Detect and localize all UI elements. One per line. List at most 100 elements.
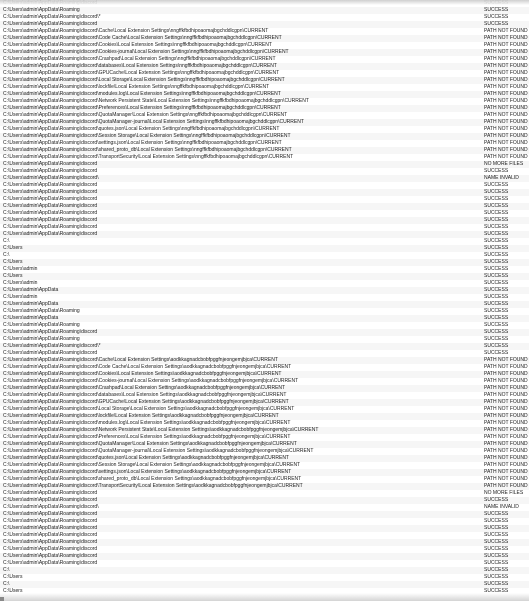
log-row[interactable]: C:\Users\admin\AppData\Roaming\discord\Q… xyxy=(0,112,529,119)
log-row[interactable]: C:\Users\admin\AppData\Roaming\discord SU… xyxy=(0,525,529,532)
log-row[interactable]: C:\Users\admin\AppData\Roaming\discord SU… xyxy=(0,21,529,28)
log-row[interactable]: C:\Users\admin\AppData\Roaming\discord\C… xyxy=(0,35,529,42)
log-row[interactable]: C:\ SUCCESS xyxy=(0,581,529,588)
log-row[interactable]: C:\Users\admin\AppData\Roaming\discord\N… xyxy=(0,427,529,434)
log-row[interactable]: C:\Users\admin\AppData\Roaming\discord SU… xyxy=(0,539,529,546)
log-row[interactable]: C:\Users\admin\AppData\Roaming\discord\C… xyxy=(0,56,529,63)
log-result: SUCCESS xyxy=(484,273,509,279)
log-path: C:\Users xyxy=(3,273,23,279)
log-row[interactable]: C:\Users\admin\AppData\Roaming\discord\Q… xyxy=(0,441,529,448)
log-row[interactable]: C:\Users\admin\AppData\Roaming\discord\m… xyxy=(0,91,529,98)
log-row[interactable]: C:\Users\admin\AppData\Roaming\discord SU… xyxy=(0,518,529,525)
log-path: C:\Users\admin\AppData\Roaming\discord\C… xyxy=(3,35,282,41)
log-row[interactable]: C:\Users\admin\AppData\Roaming\discord\G… xyxy=(0,70,529,77)
log-row[interactable]: C:\Users\admin\AppData\Roaming\discord\Q… xyxy=(0,448,529,455)
log-row[interactable]: C:\Users\admin\AppData\Roaming\discord\Q… xyxy=(0,119,529,126)
log-result: PATH NOT FOUND xyxy=(484,441,528,447)
log-row[interactable]: C:\Users\admin\AppData\Roaming\discord SU… xyxy=(0,532,529,539)
log-row[interactable]: C:\Users\admin\AppData\Roaming SUCCESS xyxy=(0,7,529,14)
log-row[interactable]: C:\Users\admin\AppData\Roaming\discord\C… xyxy=(0,42,529,49)
log-row[interactable]: C:\Users\admin\AppData\Roaming\discord\N… xyxy=(0,175,529,182)
log-row[interactable]: C:\Users\admin SUCCESS xyxy=(0,266,529,273)
log-path: C:\Users xyxy=(3,259,23,265)
log-row[interactable]: C:\Users\admin SUCCESS xyxy=(0,280,529,287)
log-row[interactable]: C:\Users\admin\AppData\Roaming\discord NO… xyxy=(0,161,529,168)
log-row[interactable]: C:\Users\admin\AppData SUCCESS xyxy=(0,287,529,294)
log-row[interactable]: C:\ SUCCESS xyxy=(0,252,529,259)
log-path: C:\Users\admin\AppData\Roaming\discord xyxy=(3,210,98,216)
log-row[interactable]: C:\Users\admin\AppData\Roaming\discord SU… xyxy=(0,350,529,357)
log-row[interactable]: C:\Users\admin\AppData\Roaming\discord SU… xyxy=(0,511,529,518)
log-row[interactable]: C:\Users\admin\AppData\Roaming\discord SU… xyxy=(0,546,529,553)
log-row[interactable]: C:\Users\admin\AppData\Roaming\discord SU… xyxy=(0,196,529,203)
log-path: C:\Users\admin\AppData\Roaming\discord\C… xyxy=(3,364,292,370)
log-result: PATH NOT FOUND xyxy=(484,147,528,153)
log-row[interactable]: C:\Users\admin\AppData\Roaming\discord SU… xyxy=(0,560,529,567)
log-row[interactable]: C:\Users\admin\AppData\Roaming\discord\C… xyxy=(0,49,529,56)
log-row[interactable]: C:\Users\admin\AppData\Roaming\discord\s… xyxy=(0,469,529,476)
log-row[interactable]: C:\Users\admin\AppData\Roaming\discord NO… xyxy=(0,490,529,497)
log-row[interactable]: C:\Users\admin\AppData\Roaming\discord\C… xyxy=(0,378,529,385)
log-row[interactable]: C:\Users\admin\AppData\Roaming\discord\N… xyxy=(0,98,529,105)
log-row[interactable]: C:\Users SUCCESS xyxy=(0,259,529,266)
log-row[interactable]: C:\Users\admin\AppData\Roaming\discord\d… xyxy=(0,392,529,399)
log-row[interactable]: C:\Users\admin\AppData\Roaming\discord\*… xyxy=(0,343,529,350)
log-row[interactable]: C:\Users\admin\AppData\Roaming\discord SU… xyxy=(0,203,529,210)
log-row[interactable]: C:\Users\admin SUCCESS xyxy=(0,294,529,301)
log-row[interactable]: C:\Users\admin\AppData\Roaming\discord\P… xyxy=(0,434,529,441)
log-row[interactable]: C:\Users\admin\AppData\Roaming\discord\l… xyxy=(0,84,529,91)
log-row[interactable]: C:\Users\admin\AppData\Roaming SUCCESS xyxy=(0,322,529,329)
log-row[interactable]: C:\Users\admin\AppData\Roaming\discord\l… xyxy=(0,413,529,420)
log-row[interactable]: C:\ SUCCESS xyxy=(0,567,529,574)
log-path: C:\Users\admin\AppData\Roaming\discord\C… xyxy=(3,28,269,34)
log-row[interactable]: C:\Users SUCCESS xyxy=(0,574,529,581)
log-row[interactable]: C:\Users\admin\AppData\Roaming\discord\C… xyxy=(0,364,529,371)
log-row[interactable]: C:\Users\admin\AppData\Roaming\discord\s… xyxy=(0,147,529,154)
log-row[interactable]: C:\Users\admin\AppData\Roaming\discord\C… xyxy=(0,371,529,378)
log-path: C:\Users\admin xyxy=(3,280,38,286)
log-row[interactable]: C:\Users\admin\AppData\Roaming\discord\P… xyxy=(0,105,529,112)
log-row[interactable]: C:\Users\admin\AppData\Roaming\discord SU… xyxy=(0,217,529,224)
log-row[interactable]: C:\Users\admin\AppData\Roaming\discord\T… xyxy=(0,154,529,161)
log-row[interactable]: C:\Users\admin\AppData\Roaming\discord SU… xyxy=(0,189,529,196)
log-row[interactable]: C:\Users\admin\AppData\Roaming\discord SU… xyxy=(0,168,529,175)
log-row[interactable]: C:\Users\admin\AppData\Roaming\discord SU… xyxy=(0,553,529,560)
log-row[interactable]: C:\Users\admin\AppData\Roaming\discord\L… xyxy=(0,406,529,413)
log-row[interactable]: C:\Users\admin\AppData SUCCESS xyxy=(0,301,529,308)
log-row[interactable]: C:\ SUCCESS xyxy=(0,238,529,245)
log-result: SUCCESS xyxy=(484,182,509,188)
log-row[interactable]: C:\Users\admin\AppData\Roaming SUCCESS xyxy=(0,308,529,315)
log-row[interactable]: C:\Users SUCCESS xyxy=(0,245,529,252)
log-row[interactable]: C:\Users\admin\AppData\Roaming\discord\C… xyxy=(0,28,529,35)
log-row[interactable]: C:\Users\admin\AppData\Roaming\discord\d… xyxy=(0,63,529,70)
log-row[interactable]: C:\Users\admin\AppData\Roaming\discord\G… xyxy=(0,399,529,406)
log-path: C:\Users\admin\AppData\Roaming\discord\Q… xyxy=(3,448,314,454)
log-row[interactable]: C:\Users\admin\AppData\Roaming\discord\N… xyxy=(0,504,529,511)
log-row[interactable]: C:\Users\admin\AppData\Roaming\discord\C… xyxy=(0,385,529,392)
log-row[interactable]: C:\Users\admin\AppData\Roaming\discord SU… xyxy=(0,224,529,231)
log-row[interactable]: C:\Users\admin\AppData\Roaming\discord\S… xyxy=(0,462,529,469)
log-path: C:\ xyxy=(3,252,10,258)
log-row[interactable]: C:\Users\admin\AppData\Roaming\discord SU… xyxy=(0,231,529,238)
log-row[interactable]: C:\Users\admin\AppData\Roaming\discord\*… xyxy=(0,14,529,21)
log-row[interactable]: C:\Users\admin\AppData\Roaming\discord\m… xyxy=(0,420,529,427)
log-row[interactable]: C:\Users\admin\AppData\Roaming\discord\C… xyxy=(0,357,529,364)
log-row[interactable]: C:\Users\admin\AppData SUCCESS xyxy=(0,315,529,322)
log-row[interactable]: C:\Users\admin\AppData\Roaming\discord\S… xyxy=(0,133,529,140)
log-path: C:\Users\admin\AppData\Roaming\discord\S… xyxy=(3,133,291,139)
log-row[interactable]: C:\Users\admin\AppData\Roaming\discord SU… xyxy=(0,182,529,189)
log-path: C:\Users\admin\AppData\Roaming\discord xyxy=(3,21,98,27)
log-row[interactable]: C:\Users\admin\AppData\Roaming\discord\s… xyxy=(0,476,529,483)
log-row[interactable]: C:\Users\admin\AppData\Roaming\discord SU… xyxy=(0,210,529,217)
log-result: SUCCESS xyxy=(484,560,509,566)
log-row[interactable]: C:\Users\admin\AppData\Roaming\discord\s… xyxy=(0,140,529,147)
log-row[interactable]: C:\Users\admin\AppData\Roaming\discord\T… xyxy=(0,483,529,490)
log-row[interactable]: C:\Users SUCCESS xyxy=(0,273,529,280)
log-row[interactable]: C:\Users\admin\AppData\Roaming\discord\q… xyxy=(0,126,529,133)
log-row[interactable]: C:\Users\admin\AppData\Roaming SUCCESS xyxy=(0,336,529,343)
log-row[interactable]: C:\Users\admin\AppData\Roaming\discord\q… xyxy=(0,455,529,462)
log-row[interactable]: C:\Users\admin\AppData\Roaming\discord SU… xyxy=(0,497,529,504)
log-row[interactable]: C:\Users\admin\AppData\Roaming\discord\L… xyxy=(0,77,529,84)
log-path: C:\Users\admin\AppData\Roaming\discord\T… xyxy=(3,154,294,160)
log-row[interactable]: C:\Users\admin\AppData\Roaming\discord SU… xyxy=(0,329,529,336)
